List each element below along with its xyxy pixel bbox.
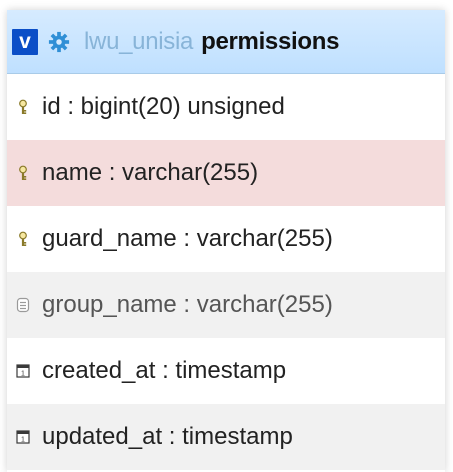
table-header[interactable]: v lwu_unisia permissions [7,10,445,74]
column-label: created_at : timestamp [42,357,287,384]
column-label: guard_name : varchar(255) [42,225,333,252]
column-label: id : bigint(20) unsigned [42,93,285,120]
index-icon [16,297,30,313]
table-name[interactable]: permissions [201,28,339,56]
collapse-toggle-button[interactable]: v [12,28,38,55]
svg-text:1: 1 [21,437,25,444]
timestamp-icon: 1 [16,430,30,444]
timestamp-icon: 1 [16,364,30,378]
svg-text:1: 1 [21,371,25,378]
key-icon [19,165,27,180]
column-label: group_name : varchar(255) [42,291,333,318]
designer-canvas: v lwu_unisia permissions id: bigint(20)… [0,0,453,472]
key-icon [19,99,27,114]
column-label: updated_at : timestamp [42,423,293,450]
column-row-id[interactable]: id : bigint(20) unsigned [7,74,445,140]
key-icon [19,231,27,246]
column-row-guard-name[interactable]: guard_name : varchar(255) [7,206,445,272]
table-card[interactable]: v lwu_unisia permissions id: bigint(20)… [7,10,445,472]
column-row-name[interactable]: name : varchar(255) [7,140,445,206]
gear-icon[interactable] [48,31,70,53]
column-label: name : varchar(255) [42,159,259,186]
column-row-updated-at[interactable]: 1 updated_at : timestamp [7,404,445,470]
database-name: lwu_unisia [84,27,194,55]
column-row-created-at[interactable]: 1 created_at : timestamp [7,338,445,404]
column-row-group-name[interactable]: group_name : varchar(255) [7,272,445,338]
